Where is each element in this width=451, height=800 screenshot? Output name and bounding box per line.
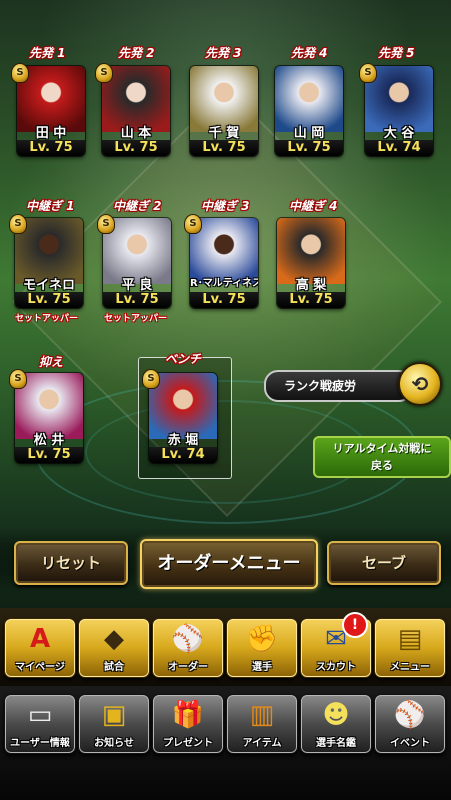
main-menu-row: A マイページ ◆ 試合 ⚾ オーダー ✊ 選手 ✉ スカウト ▤ メニュー [0, 608, 451, 686]
player-name: モイネロ [22, 278, 75, 293]
reliever-1-card[interactable]: モイネロ Lv. 75 [15, 218, 83, 308]
player-name: R･マルティネス [190, 278, 258, 289]
reliever-3-label: 中継ぎ 3 [201, 199, 250, 213]
reset-button[interactable]: リセット [14, 541, 128, 585]
player-level: Lv. 75 [103, 292, 171, 308]
field-order-icon: ⚾ [171, 624, 205, 654]
reliever-2-card[interactable]: 平 良 Lv. 75 [103, 218, 171, 308]
player-name: 平 良 [121, 278, 153, 293]
players-button[interactable]: ✊ 選手 [226, 618, 298, 678]
player-silhouette-icon: ✊ [245, 624, 279, 654]
news-mascot-icon: ▣ [101, 700, 127, 730]
player-name: 松 井 [33, 433, 65, 448]
starter-4-card[interactable]: 山 岡 Lv. 75 [275, 66, 343, 156]
starter-3-card[interactable]: 千 賀 Lv. 75 [190, 66, 258, 156]
menu-button[interactable]: ▤ メニュー [374, 618, 446, 678]
rank-s-badge-icon: S [97, 214, 115, 234]
menu-label: プレゼント [163, 738, 213, 749]
player-level: Lv. 74 [149, 447, 217, 463]
player-level: Lv. 75 [102, 140, 170, 156]
player-level: Lv. 75 [17, 140, 85, 156]
menu-label: マイページ [15, 662, 65, 673]
menu-label: ユーザー情報 [10, 738, 70, 749]
mypage-button[interactable]: A マイページ [4, 618, 76, 678]
reliever-1-role: セットアッパー [15, 314, 79, 324]
player-name: 田 中 [35, 126, 67, 141]
rank-fatigue-pill: ランク戦疲労 [264, 370, 413, 402]
menu-label: アイテム [242, 738, 282, 749]
match-button[interactable]: ◆ 試合 [78, 618, 150, 678]
player-name: 山 本 [120, 126, 152, 141]
menu-label: 試合 [104, 662, 124, 673]
player-level: Lv. 75 [15, 447, 83, 463]
player-name: 高 梨 [295, 278, 327, 293]
scout-notification-badge: ! [342, 612, 368, 638]
rank-s-badge-icon: S [9, 369, 27, 389]
menu-label: お知らせ [94, 738, 134, 749]
item-button[interactable]: ▥ アイテム [226, 694, 298, 754]
bench-card[interactable]: 赤 堀 Lv. 74 [149, 373, 217, 463]
menu-mascot-icon: ▤ [397, 624, 423, 654]
reliever-4-label: 中継ぎ 4 [289, 199, 338, 213]
player-level: Lv. 75 [190, 292, 258, 308]
order-menu-button[interactable]: オーダーメニュー [140, 539, 318, 589]
starter-2-label: 先発 2 [118, 46, 155, 60]
reliever-2-role: セットアッパー [104, 314, 168, 324]
rank-s-badge-icon: S [11, 63, 29, 83]
player-name: 千 賀 [208, 126, 240, 141]
player-level: Lv. 74 [365, 140, 433, 156]
reliever-1-label: 中継ぎ 1 [26, 199, 75, 213]
item-bag-icon: ▥ [249, 700, 275, 730]
player-name: 大 谷 [383, 126, 415, 141]
menu-label: メニュー [390, 662, 430, 673]
gift-icon: 🎁 [171, 700, 205, 730]
player-directory-button[interactable]: ☻ 選手名鑑 [300, 694, 372, 754]
realtime-line2: 戻る [371, 459, 393, 472]
user-info-icon: ▭ [27, 700, 53, 730]
rank-s-badge-icon: S [9, 214, 27, 234]
event-button[interactable]: ⚾ イベント [374, 694, 446, 754]
menu-label: 選手名鑑 [316, 738, 356, 749]
stadium-icon: ◆ [104, 624, 124, 654]
realtime-line1: リアルタイム対戦に [332, 442, 432, 455]
mypage-icon: A [29, 624, 51, 654]
bench-label: ベンチ [165, 352, 202, 366]
sub-menu-row: ▭ ユーザー情報 ▣ お知らせ 🎁 プレゼント ▥ アイテム ☻ 選手名鑑 ⚾ … [0, 686, 451, 800]
closer-label: 抑え [39, 355, 64, 369]
order-button[interactable]: ⚾ オーダー [152, 618, 224, 678]
rank-s-badge-icon: S [184, 214, 202, 234]
starter-5-label: 先発 5 [378, 46, 415, 60]
rank-s-badge-icon: S [95, 63, 113, 83]
starter-4-label: 先発 4 [291, 46, 328, 60]
directory-icon: ☻ [322, 700, 350, 730]
baseball-bat-icon: ⚾ [393, 700, 427, 730]
reliever-4-card[interactable]: 高 梨 Lv. 75 [277, 218, 345, 308]
player-name: 山 岡 [293, 126, 325, 141]
reliever-3-card[interactable]: R･マルティネス Lv. 75 [190, 218, 258, 308]
news-button[interactable]: ▣ お知らせ [78, 694, 150, 754]
menu-label: スカウト [316, 662, 356, 673]
menu-label: オーダー [168, 662, 208, 673]
rank-s-badge-icon: S [142, 369, 160, 389]
player-level: Lv. 75 [277, 292, 345, 308]
player-name: 赤 堀 [167, 433, 199, 448]
menu-label: イベント [390, 738, 430, 749]
realtime-return-button[interactable]: リアルタイム対戦に 戻る [313, 436, 451, 478]
rank-s-badge-icon: S [359, 63, 377, 83]
starter-3-label: 先発 3 [205, 46, 242, 60]
player-level: Lv. 75 [15, 292, 83, 308]
starter-2-card[interactable]: 山 本 Lv. 75 [102, 66, 170, 156]
refresh-fatigue-icon[interactable]: ⟲ [398, 362, 442, 406]
present-button[interactable]: 🎁 プレゼント [152, 694, 224, 754]
save-button[interactable]: セーブ [327, 541, 441, 585]
menu-label: 選手 [252, 662, 272, 673]
reliever-2-label: 中継ぎ 2 [113, 199, 162, 213]
player-level: Lv. 75 [190, 140, 258, 156]
user-info-button[interactable]: ▭ ユーザー情報 [4, 694, 76, 754]
player-level: Lv. 75 [275, 140, 343, 156]
closer-card[interactable]: 松 井 Lv. 75 [15, 373, 83, 463]
starter-1-label: 先発 1 [29, 46, 66, 60]
